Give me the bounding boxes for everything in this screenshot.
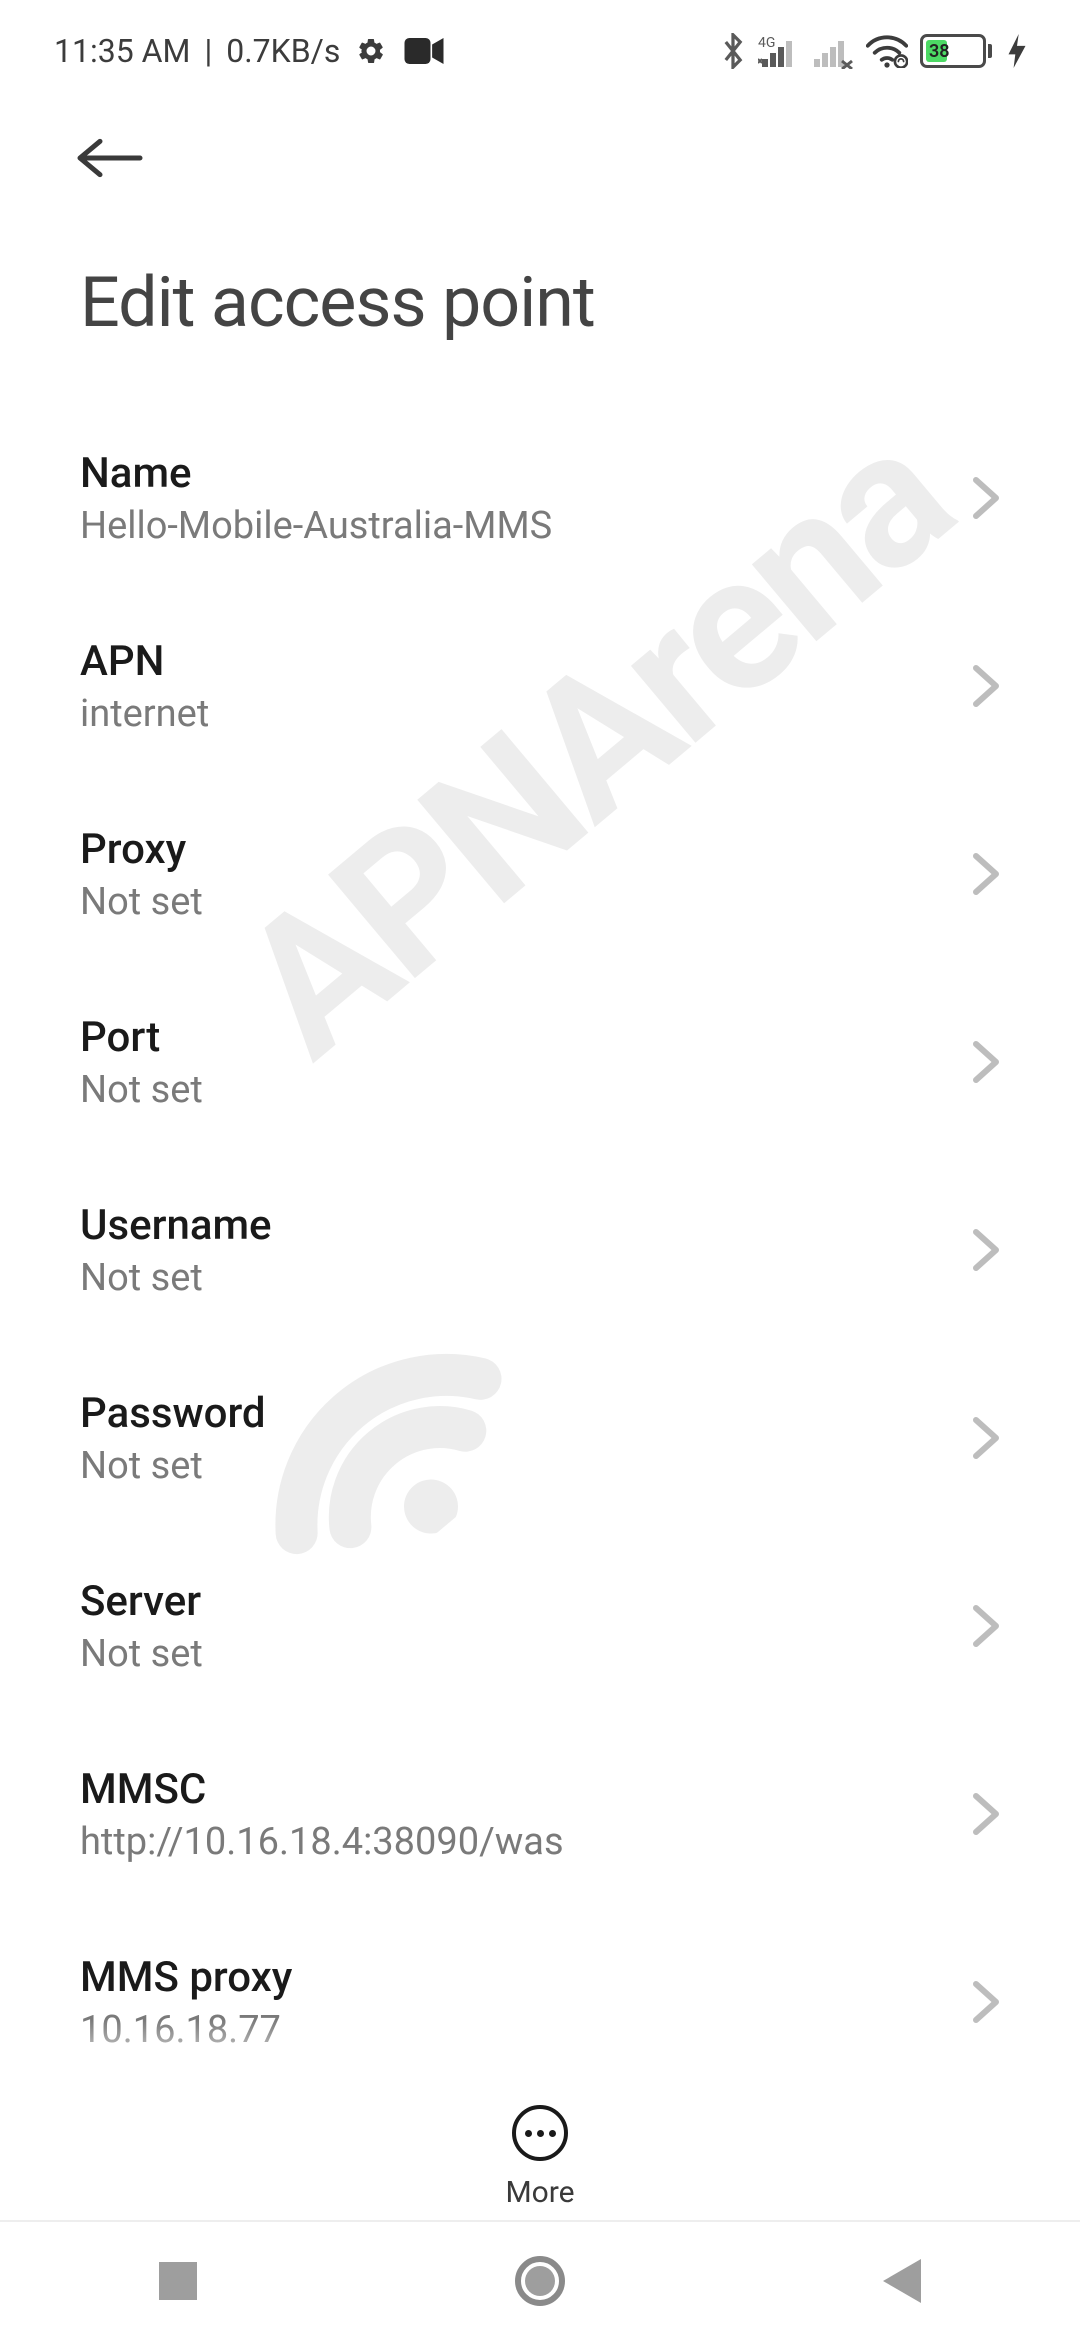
wifi-icon [866, 34, 908, 68]
row-value: Not set [80, 1256, 952, 1300]
bottom-action-bar: More [0, 2085, 1080, 2210]
gear-icon [356, 36, 386, 66]
row-label: MMSC [80, 1765, 952, 1814]
row-mms-proxy[interactable]: MMS proxy 10.16.18.77 [80, 1908, 1000, 2096]
chevron-right-icon [972, 1604, 1000, 1648]
charging-icon [1008, 34, 1026, 68]
chevron-right-icon [972, 476, 1000, 520]
page-title: Edit access point [0, 182, 1080, 404]
chevron-right-icon [972, 1792, 1000, 1836]
row-value: 10.16.18.77 [80, 2008, 952, 2052]
row-label: Port [80, 1013, 952, 1062]
svg-text:4G: 4G [758, 35, 775, 51]
nav-home-button[interactable] [515, 2256, 565, 2306]
status-bar: 11:35 AM | 0.7KB/s 4G [0, 0, 1080, 78]
row-apn[interactable]: APN internet [80, 592, 1000, 780]
chevron-right-icon [972, 664, 1000, 708]
more-button[interactable] [512, 2105, 568, 2161]
row-label: Server [80, 1577, 952, 1626]
row-mmsc[interactable]: MMSC http://10.16.18.4:38090/was [80, 1720, 1000, 1908]
signal-4g-icon: 4G [758, 33, 802, 69]
status-time: 11:35 AM [54, 32, 190, 70]
row-value: Not set [80, 880, 952, 924]
chevron-right-icon [972, 1416, 1000, 1460]
battery-indicator: 38 [920, 34, 992, 68]
video-icon [404, 38, 444, 64]
row-value: internet [80, 692, 952, 736]
chevron-right-icon [972, 1228, 1000, 1272]
row-label: Username [80, 1201, 952, 1250]
more-label: More [505, 2175, 574, 2210]
row-name[interactable]: Name Hello-Mobile-Australia-MMS [80, 404, 1000, 592]
row-port[interactable]: Port Not set [80, 968, 1000, 1156]
signal-nosim-icon [814, 33, 854, 69]
navigation-bar [0, 2220, 1080, 2340]
chevron-right-icon [972, 1040, 1000, 1084]
chevron-right-icon [972, 852, 1000, 896]
row-value: Not set [80, 1632, 952, 1676]
row-label: Name [80, 449, 952, 498]
status-separator: | [200, 32, 216, 70]
row-username[interactable]: Username Not set [80, 1156, 1000, 1344]
nav-back-button[interactable] [883, 2259, 921, 2303]
row-value: Not set [80, 1444, 952, 1488]
back-arrow-icon[interactable] [76, 138, 144, 178]
chevron-right-icon [972, 1980, 1000, 2024]
row-value: http://10.16.18.4:38090/was [80, 1820, 952, 1864]
row-proxy[interactable]: Proxy Not set [80, 780, 1000, 968]
row-label: APN [80, 637, 952, 686]
bluetooth-icon [720, 33, 746, 69]
row-server[interactable]: Server Not set [80, 1532, 1000, 1720]
row-password[interactable]: Password Not set [80, 1344, 1000, 1532]
row-label: Proxy [80, 825, 952, 874]
status-network-speed: 0.7KB/s [226, 32, 340, 70]
row-value: Hello-Mobile-Australia-MMS [80, 504, 952, 548]
row-label: Password [80, 1389, 952, 1438]
row-value: Not set [80, 1068, 952, 1112]
nav-recent-button[interactable] [159, 2262, 197, 2300]
settings-list: Name Hello-Mobile-Australia-MMS APN inte… [0, 404, 1080, 2096]
row-label: MMS proxy [80, 1953, 952, 2002]
